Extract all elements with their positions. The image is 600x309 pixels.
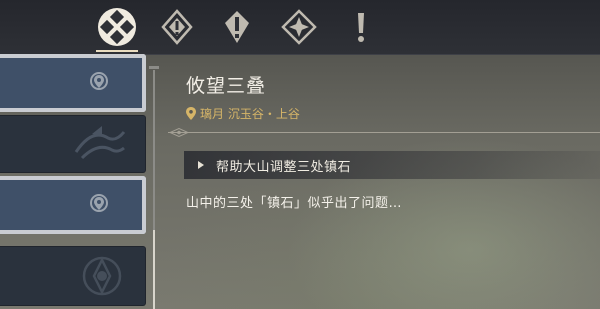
quest-list-item-2[interactable] (0, 115, 146, 173)
location-marker-icon (186, 107, 196, 120)
event-quest-icon (358, 13, 364, 42)
liyue-emblem-icon (74, 126, 126, 160)
scrollbar-thumb[interactable] (153, 230, 155, 309)
quest-title: 攸望三叠 (186, 75, 267, 97)
story-quest-icon (161, 9, 193, 45)
tab-archon-quest[interactable] (94, 4, 140, 52)
location-pin-icon (90, 194, 108, 212)
quest-location: 璃月 沉玉谷・上谷 (186, 105, 300, 122)
selected-tab-indicator (96, 50, 138, 52)
quest-list (0, 54, 150, 309)
quest-objective-text: 帮助大山调整三处镇石 (216, 159, 352, 175)
quest-list-item-1[interactable] (0, 54, 146, 112)
objective-arrow-icon (198, 161, 204, 169)
location-pin-icon (90, 72, 108, 90)
quest-category-tabs (0, 0, 600, 55)
section-divider (168, 132, 600, 133)
tab-commission[interactable] (276, 4, 322, 50)
quest-location-text: 璃月 沉玉谷・上谷 (200, 107, 300, 121)
quest-list-item-4[interactable] (0, 246, 146, 306)
mondstadt-emblem-icon (82, 256, 122, 296)
tab-world-quest[interactable] (214, 4, 260, 50)
world-quest-icon (225, 11, 249, 43)
quest-objective[interactable]: 帮助大山调整三处镇石 (184, 151, 600, 179)
tab-story-quest[interactable] (154, 4, 200, 50)
quest-description: 山中的三处「镇石」似乎出了问题… (186, 196, 403, 211)
tab-event-quest[interactable] (338, 4, 384, 50)
quest-list-scrollbar[interactable] (153, 70, 155, 309)
quest-detail-panel: 攸望三叠 璃月 沉玉谷・上谷 帮助大山调整三处镇石 山中的三处「镇石」似乎出了问… (168, 54, 600, 309)
scrollbar-cap (149, 66, 159, 69)
quest-list-item-3[interactable] (0, 176, 146, 234)
commission-icon (281, 9, 317, 45)
archon-quest-icon (98, 8, 136, 46)
